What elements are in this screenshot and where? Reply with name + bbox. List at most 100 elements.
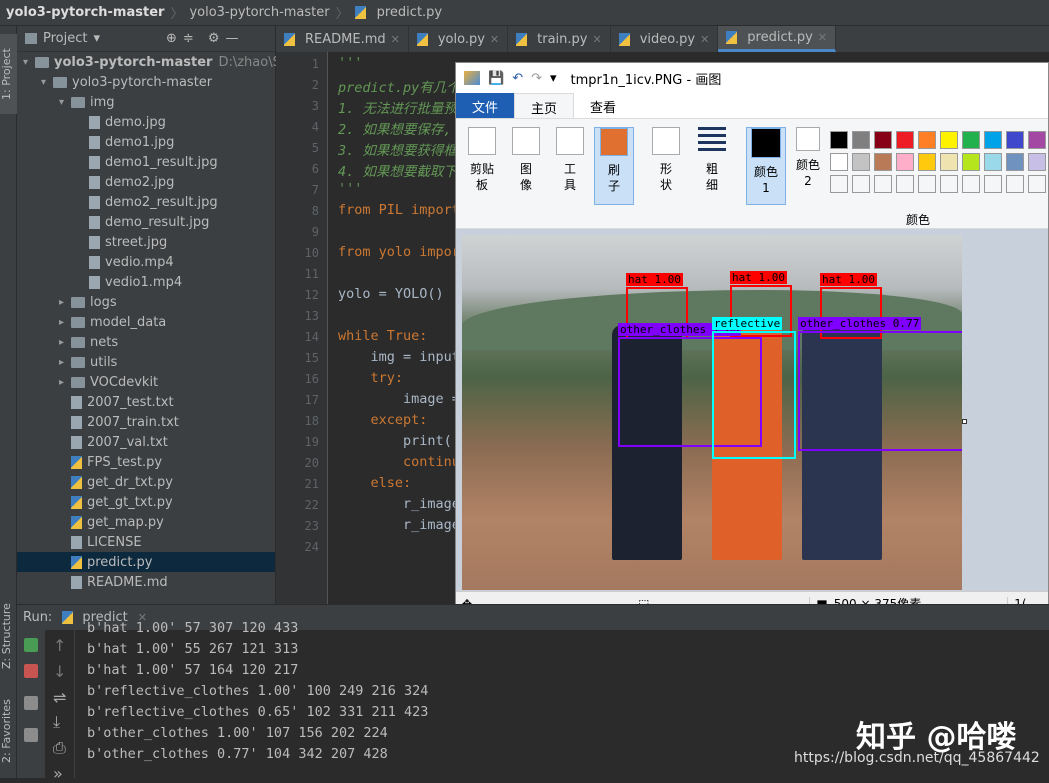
custom-color-swatch[interactable] [874, 175, 892, 193]
print-icon[interactable]: ⎙ [53, 738, 66, 758]
color-swatch[interactable] [984, 153, 1002, 171]
custom-color-swatch[interactable] [940, 175, 958, 193]
tools-button[interactable]: 工具 [550, 127, 590, 205]
tree-item[interactable]: 2007_val.txt [17, 432, 168, 452]
down-arrow-icon[interactable]: ↓ [53, 662, 66, 681]
pin-icon[interactable] [24, 728, 38, 742]
color-swatch[interactable] [962, 153, 980, 171]
up-arrow-icon[interactable]: ↑ [53, 636, 66, 655]
scroll-to-end-icon[interactable]: ⤓ [53, 712, 60, 732]
close-icon[interactable]: ✕ [391, 33, 400, 46]
tree-item[interactable]: ▸ logs [17, 292, 117, 312]
color-swatch[interactable] [1028, 131, 1046, 149]
tree-item[interactable]: 2007_test.txt [17, 392, 174, 412]
editor-tab[interactable]: yolo.py ✕ [409, 26, 509, 52]
tab-structure[interactable]: Z: Structure [0, 596, 17, 676]
color-swatch[interactable] [940, 131, 958, 149]
tree-item[interactable]: demo.jpg [17, 112, 166, 132]
tree-item[interactable]: predict.py [17, 552, 275, 572]
color-swatch[interactable] [830, 131, 848, 149]
size-button[interactable]: 粗细 [692, 127, 732, 205]
collapse-icon[interactable]: ≑ [183, 31, 194, 46]
chevron-right-icon[interactable]: ▸ [59, 317, 71, 328]
editor-tab[interactable]: video.py ✕ [611, 26, 719, 52]
chevron-down-icon[interactable]: ▾ [41, 77, 53, 88]
shapes-button[interactable]: 形状 [646, 127, 686, 205]
tree-item[interactable]: demo2_result.jpg [17, 192, 218, 212]
color-swatch[interactable] [874, 131, 892, 149]
color-swatch[interactable] [852, 153, 870, 171]
custom-color-swatch[interactable] [984, 175, 1002, 193]
redo-icon[interactable]: ↷ [531, 71, 542, 86]
custom-color-swatch[interactable] [918, 175, 936, 193]
image-button[interactable]: 图像 [506, 127, 546, 205]
tree-item[interactable]: get_gt_txt.py [17, 492, 173, 512]
custom-color-swatch[interactable] [830, 175, 848, 193]
tree-item[interactable]: vedio1.mp4 [17, 272, 182, 292]
hide-icon[interactable]: — [225, 31, 238, 46]
tree-item[interactable]: ▸ utils [17, 352, 117, 372]
tree-item[interactable]: demo2.jpg [17, 172, 174, 192]
brush-button[interactable]: 刷子 [594, 127, 634, 205]
save-icon[interactable]: 💾 [488, 71, 504, 86]
menu-view[interactable]: 查看 [574, 93, 632, 118]
close-icon[interactable]: ✕ [818, 31, 827, 44]
tree-item[interactable]: README.md [17, 572, 168, 592]
menu-home[interactable]: 主页 [514, 93, 575, 118]
tree-item[interactable]: ▾ img [17, 92, 115, 112]
close-icon[interactable]: ✕ [700, 33, 709, 46]
editor-tab[interactable]: predict.py ✕ [718, 26, 836, 52]
editor-tab[interactable]: train.py ✕ [508, 26, 611, 52]
tree-item[interactable]: vedio.mp4 [17, 252, 174, 272]
editor-tab[interactable]: README.md ✕ [276, 26, 409, 52]
custom-color-swatch[interactable] [962, 175, 980, 193]
tree-item[interactable]: 2007_train.txt [17, 412, 179, 432]
tree-item[interactable]: ▾ yolo3-pytorch-master [17, 72, 212, 92]
color-swatch[interactable] [918, 153, 936, 171]
quick-access-dropdown-icon[interactable]: ▾ [550, 71, 557, 86]
tree-item[interactable]: street.jpg [17, 232, 167, 252]
chevron-right-icon[interactable]: ▸ [59, 337, 71, 348]
chevron-right-icon[interactable]: ▸ [59, 377, 71, 388]
resize-handle[interactable] [962, 419, 967, 424]
rerun-icon[interactable] [24, 638, 38, 652]
custom-color-swatch[interactable] [896, 175, 914, 193]
color-swatch[interactable] [896, 153, 914, 171]
color-swatch[interactable] [896, 131, 914, 149]
chevron-right-icon[interactable]: ▸ [59, 357, 71, 368]
custom-color-swatch[interactable] [1028, 175, 1046, 193]
paint-canvas-area[interactable]: hat 1.00 hat 1.00 hat 1.00 other_clothes 1.… [456, 229, 1048, 591]
custom-color-swatch[interactable] [852, 175, 870, 193]
target-icon[interactable]: ⊕ [166, 31, 177, 46]
gear-icon[interactable]: ⚙ [208, 31, 220, 46]
breadcrumb-folder[interactable]: yolo3-pytorch-master [189, 5, 329, 20]
color-swatch[interactable] [830, 153, 848, 171]
close-icon[interactable]: ✕ [592, 33, 601, 46]
layout-icon[interactable] [24, 696, 38, 710]
color-swatch[interactable] [1006, 153, 1024, 171]
breadcrumb-file[interactable]: predict.py [377, 5, 443, 20]
custom-color-swatch[interactable] [1006, 175, 1024, 193]
stop-icon[interactable] [24, 664, 38, 678]
tree-item[interactable]: demo1.jpg [17, 132, 174, 152]
tree-item[interactable]: get_dr_txt.py [17, 472, 173, 492]
tree-item[interactable]: ▸ model_data [17, 312, 166, 332]
color1-button[interactable]: 颜色 1 [746, 127, 786, 205]
more-icon[interactable]: » [53, 764, 63, 783]
tree-item[interactable]: FPS_test.py [17, 452, 162, 472]
soft-wrap-icon[interactable]: ⇌ [53, 688, 66, 707]
chevron-down-icon[interactable]: ▾ [59, 97, 71, 108]
chevron-down-icon[interactable]: ▾ [93, 31, 100, 46]
undo-icon[interactable]: ↶ [512, 71, 523, 86]
chevron-down-icon[interactable]: ▾ [23, 57, 35, 68]
tree-item[interactable]: demo1_result.jpg [17, 152, 218, 172]
clipboard-button[interactable]: 剪贴板 [462, 127, 502, 205]
color-swatch[interactable] [962, 131, 980, 149]
color-swatch[interactable] [918, 131, 936, 149]
color-swatch[interactable] [984, 131, 1002, 149]
breadcrumb-root[interactable]: yolo3-pytorch-master [6, 5, 164, 20]
tree-item[interactable]: get_map.py [17, 512, 164, 532]
tree-item[interactable]: ▸ VOCdevkit [17, 372, 158, 392]
color-swatch[interactable] [1006, 131, 1024, 149]
color-swatch[interactable] [1028, 153, 1046, 171]
